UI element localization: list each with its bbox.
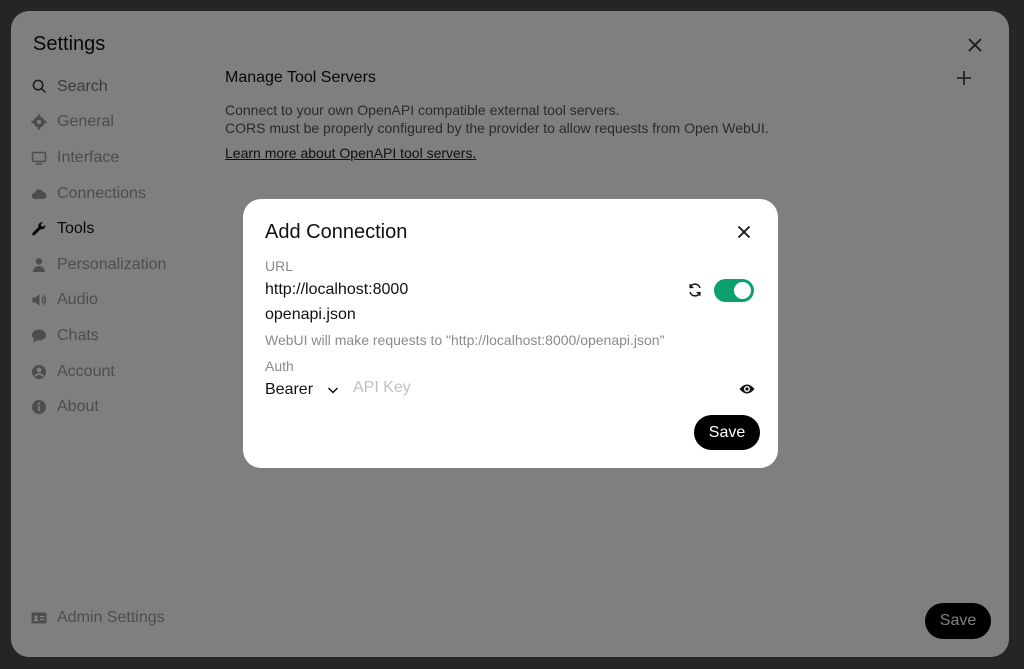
auth-label: Auth: [265, 358, 294, 374]
chevron-down-icon: [328, 387, 339, 394]
request-url-hint: WebUI will make requests to "http://loca…: [265, 332, 665, 348]
save-button[interactable]: Save: [694, 415, 760, 450]
url-label: URL: [265, 258, 294, 274]
close-icon[interactable]: [735, 223, 753, 241]
refresh-icon[interactable]: [687, 282, 703, 298]
connection-enabled-toggle[interactable]: [714, 279, 754, 302]
api-key-input[interactable]: [353, 379, 723, 397]
openapi-path-input[interactable]: [265, 306, 645, 324]
auth-type-select[interactable]: Bearer: [265, 381, 339, 399]
eye-icon[interactable]: [739, 382, 755, 396]
toggle-knob: [734, 282, 751, 299]
auth-type-value: Bearer: [265, 381, 314, 398]
modal-title: Add Connection: [265, 221, 408, 243]
url-input[interactable]: [265, 281, 645, 299]
add-connection-modal: Add Connection URL WebUI will make reque…: [243, 199, 778, 468]
